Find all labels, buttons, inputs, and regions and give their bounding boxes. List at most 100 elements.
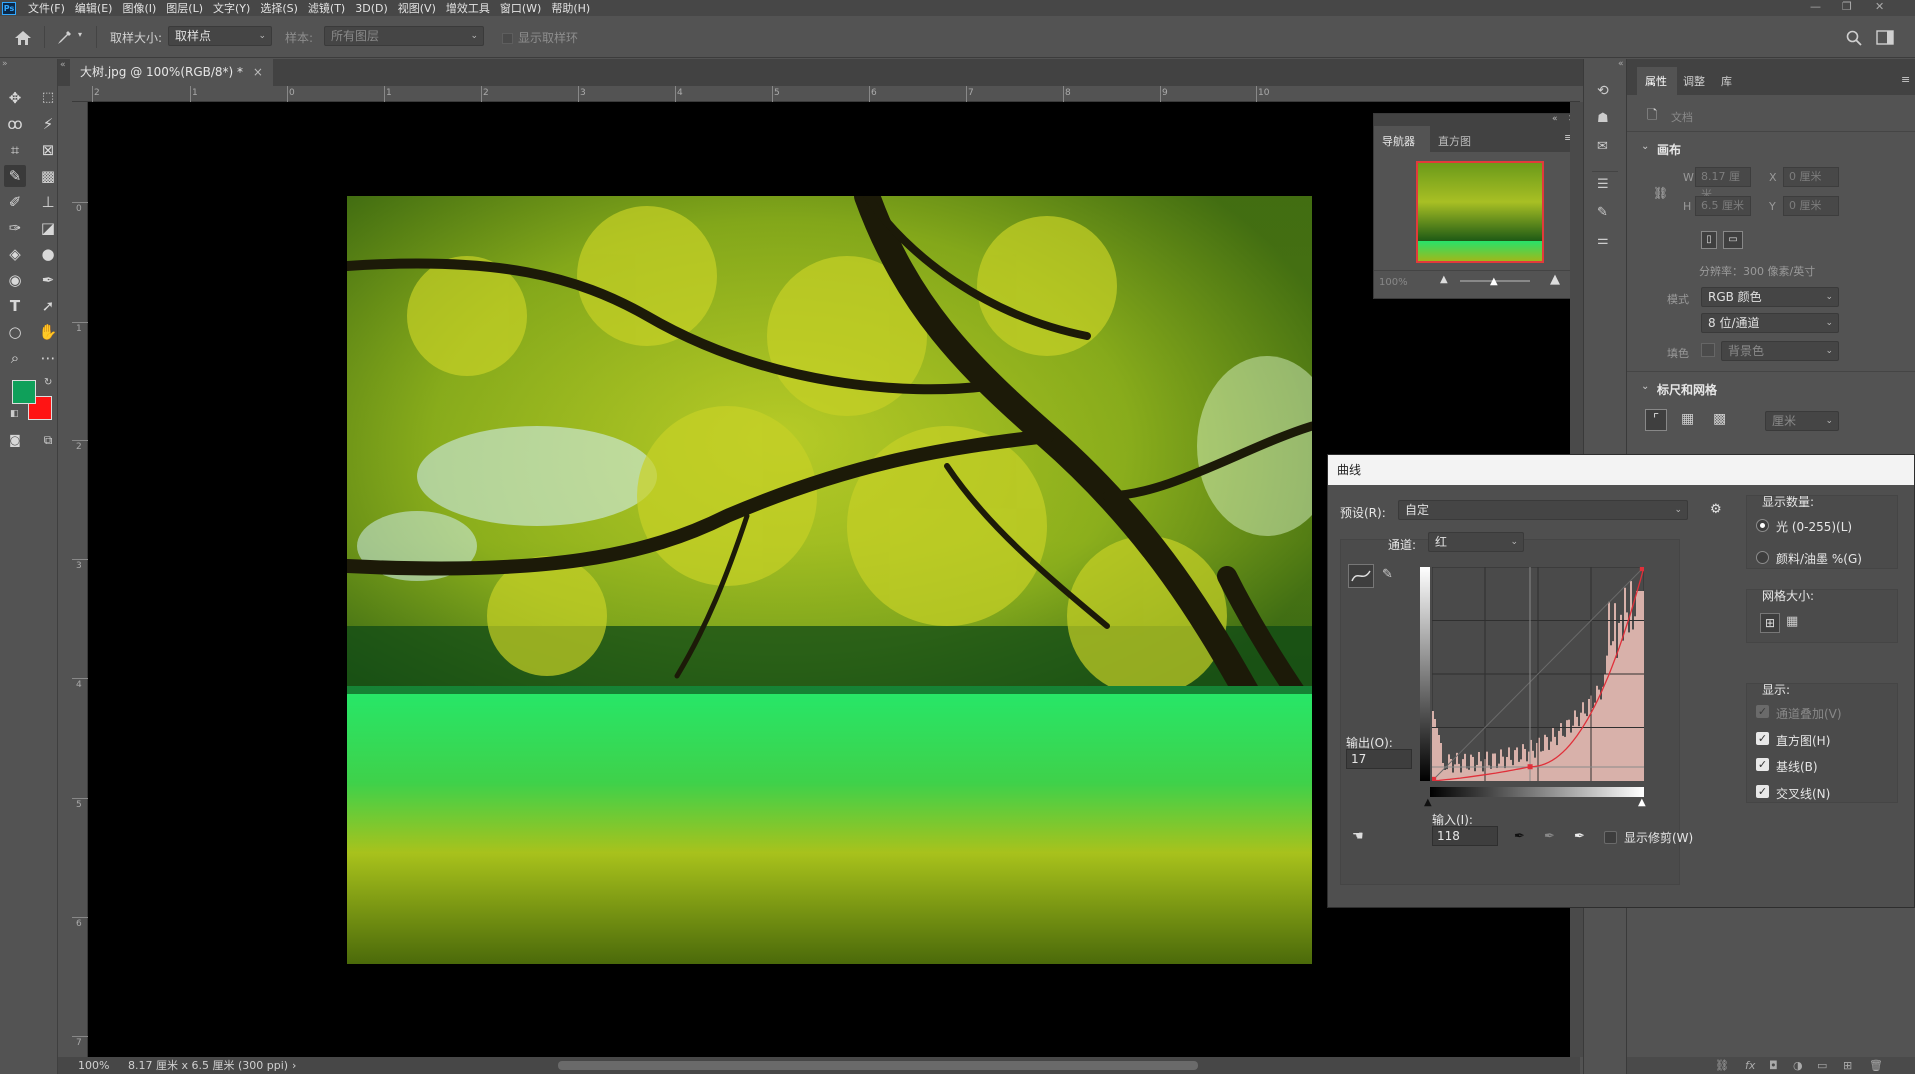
ellipse-tool-icon[interactable]: ○ — [4, 321, 26, 343]
black-point-slider[interactable]: ▲ — [1424, 797, 1432, 808]
channel-select[interactable]: 红 ⌄ — [1428, 532, 1524, 552]
menu-image[interactable]: 图像(I) — [122, 0, 156, 16]
menu-view[interactable]: 视图(V) — [398, 0, 436, 16]
sample-select[interactable]: 所有图层 ⌄ — [324, 26, 484, 46]
chevron-down-icon[interactable]: ⌄ — [1641, 381, 1649, 392]
pen-tool-icon[interactable]: ✒ — [37, 269, 59, 291]
adjustments-panel-icon[interactable]: ⚌ — [1597, 233, 1609, 248]
zoom-slider-handle[interactable]: ▲ — [1490, 276, 1498, 287]
marquee-tool-icon[interactable]: ⬚ — [37, 87, 59, 109]
search-icon[interactable] — [1846, 30, 1862, 46]
chevron-down-icon[interactable]: ⌄ — [1641, 141, 1649, 152]
baseline-checkbox[interactable]: ✓ — [1756, 758, 1769, 771]
portrait-icon[interactable]: ▯ — [1701, 231, 1717, 249]
document-tab[interactable]: 大树.jpg @ 100%(RGB/8*) * × — [70, 59, 273, 86]
eraser-icon[interactable]: ◪ — [37, 217, 59, 239]
move-tool-icon[interactable]: ✥ — [4, 87, 26, 109]
curves-titlebar[interactable]: 曲线 — [1328, 455, 1914, 485]
white-eyedropper-icon[interactable]: ✒ — [1574, 829, 1585, 844]
minimize-icon[interactable]: — — [1810, 0, 1821, 13]
tab-library[interactable]: 库 — [1721, 73, 1732, 89]
tab-histogram[interactable]: 直方图 — [1438, 133, 1471, 149]
zoom-tool-icon[interactable]: ⌕ — [4, 347, 26, 369]
fx-icon[interactable]: fx — [1745, 1059, 1755, 1072]
restore-icon[interactable]: ❐ — [1842, 0, 1852, 13]
menu-type[interactable]: 文字(Y) — [213, 0, 250, 16]
tab-properties[interactable]: 属性 — [1645, 73, 1667, 89]
show-clipping-checkbox[interactable] — [1604, 831, 1617, 844]
preset-select[interactable]: 自定 ⌄ — [1398, 500, 1688, 520]
fill-select[interactable]: 背景色 ⌄ — [1721, 341, 1839, 361]
sample-size-select[interactable]: 取样点 ⌄ — [168, 26, 272, 46]
curve-control-point[interactable] — [1432, 776, 1437, 781]
collapse-arrows-icon[interactable]: « — [1618, 59, 1624, 69]
collapse-arrows-icon[interactable]: « — [60, 60, 66, 70]
zoom-out-icon[interactable]: ▲ — [1440, 274, 1448, 285]
menu-select[interactable]: 选择(S) — [260, 0, 298, 16]
close-window-icon[interactable]: ✕ — [1875, 0, 1884, 13]
link-icon[interactable]: ⛓ — [1653, 186, 1668, 200]
panel-menu-icon[interactable]: ≡ — [1901, 73, 1910, 86]
y-field[interactable]: 0 厘米 — [1783, 196, 1839, 216]
menu-layer[interactable]: 图层(L) — [166, 0, 203, 16]
histogram-checkbox[interactable]: ✓ — [1756, 732, 1769, 745]
tab-navigator[interactable]: 导航器 — [1382, 133, 1415, 149]
menu-plugins[interactable]: 增效工具 — [446, 0, 490, 16]
x-field[interactable]: 0 厘米 — [1783, 167, 1839, 187]
dodge-tool-icon[interactable]: ◉ — [4, 269, 26, 291]
workspace-icon[interactable] — [1876, 30, 1894, 45]
collapse-arrows-icon[interactable]: « — [1552, 114, 1558, 124]
gray-eyedropper-icon[interactable]: ✒ — [1544, 829, 1555, 844]
tool-preset-arrow-icon[interactable]: ▾ — [78, 30, 82, 39]
unit-select[interactable]: 厘米 ⌄ — [1765, 411, 1839, 431]
guides-toggle-icon[interactable]: ▩ — [1713, 411, 1726, 427]
preset-gear-icon[interactable]: ⚙ — [1710, 502, 1722, 517]
close-tab-icon[interactable]: × — [253, 65, 263, 79]
output-field[interactable]: 17 — [1346, 749, 1412, 769]
menu-3d[interactable]: 3D(D) — [355, 2, 388, 15]
healing-brush-icon[interactable]: ▩ — [37, 165, 59, 187]
hand-tool-icon[interactable]: ✋ — [37, 321, 59, 343]
paint-bucket-icon[interactable]: ◈ — [4, 243, 26, 265]
height-field[interactable]: 6.5 厘米 — [1695, 196, 1751, 216]
curves-graph[interactable] — [1432, 567, 1644, 781]
width-field[interactable]: 8.17 厘米 — [1695, 167, 1751, 201]
curve-point-tool[interactable] — [1348, 564, 1374, 588]
eyedropper-icon[interactable] — [56, 30, 72, 46]
history-brush-icon[interactable]: ✑ — [4, 217, 26, 239]
fill-swatch[interactable] — [1701, 343, 1715, 357]
channel-overlay-checkbox[interactable]: ✓ — [1756, 705, 1769, 718]
brushes-panel-icon[interactable]: ✎ — [1597, 205, 1608, 220]
lasso-tool-icon[interactable]: ꝏ — [4, 113, 26, 135]
home-icon[interactable] — [14, 30, 32, 46]
pencil-icon[interactable]: ✎ — [1382, 567, 1393, 582]
adjustment-layer-icon[interactable]: ◑ — [1793, 1059, 1803, 1072]
black-eyedropper-icon[interactable]: ✒ — [1514, 829, 1525, 844]
trash-icon[interactable]: 🗑 — [1869, 1059, 1883, 1072]
path-select-icon[interactable]: ➚ — [37, 295, 59, 317]
default-colors-icon[interactable]: ◧ — [10, 409, 19, 419]
on-image-adjust-icon[interactable]: ☚ — [1352, 829, 1364, 844]
tree-photo[interactable] — [347, 196, 1312, 964]
link-layers-icon[interactable]: ⛓ — [1715, 1059, 1729, 1072]
bit-depth-select[interactable]: 8 位/通道 ⌄ — [1701, 313, 1839, 333]
crop-tool-icon[interactable]: ⌗ — [4, 139, 26, 161]
actions-panel-icon[interactable]: ☗ — [1597, 111, 1609, 126]
stamp-tool-icon[interactable]: ⊥ — [37, 191, 59, 213]
foreground-color-swatch[interactable] — [12, 380, 36, 404]
grid-toggle-icon[interactable]: ▦ — [1681, 411, 1694, 427]
curve-control-point[interactable] — [1527, 764, 1533, 770]
navigator-zoom[interactable]: 100% — [1379, 277, 1408, 288]
grid-4x4-icon[interactable]: ⊞ — [1760, 613, 1780, 633]
swap-colors-icon[interactable]: ↻ — [44, 377, 52, 388]
light-radio[interactable] — [1756, 519, 1769, 532]
mode-select[interactable]: RGB 颜色 ⌄ — [1701, 287, 1839, 307]
menu-window[interactable]: 窗口(W) — [500, 0, 541, 16]
magic-wand-icon[interactable]: ⚡ — [37, 113, 59, 135]
brush-settings-icon[interactable]: ☰ — [1597, 177, 1609, 192]
more-tools-icon[interactable]: ⋯ — [37, 347, 59, 369]
show-ring-checkbox[interactable] — [502, 33, 513, 44]
menu-file[interactable]: 文件(F) — [28, 0, 65, 16]
grid-10x10-icon[interactable]: ▦ — [1786, 614, 1798, 629]
eyedropper-tool-icon[interactable]: ✎ — [4, 165, 26, 187]
